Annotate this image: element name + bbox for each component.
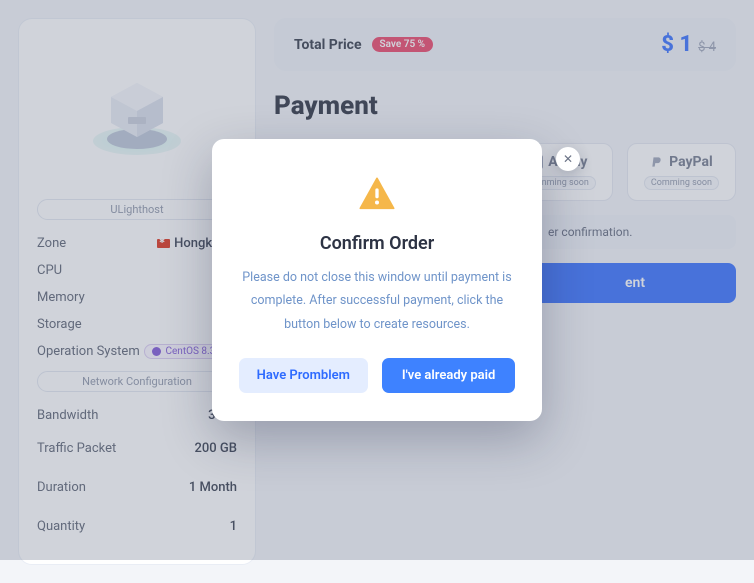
- close-button[interactable]: ✕: [556, 147, 580, 171]
- close-icon: ✕: [563, 152, 573, 166]
- modal-overlay: ✕ Confirm Order Please do not close this…: [0, 0, 754, 560]
- confirm-order-modal: Confirm Order Please do not close this w…: [212, 139, 542, 420]
- already-paid-button[interactable]: I've already paid: [382, 358, 515, 393]
- modal-actions: Have Promblem I've already paid: [238, 358, 516, 393]
- modal-title: Confirm Order: [238, 233, 516, 254]
- warning-icon: [357, 175, 397, 215]
- have-problem-button[interactable]: Have Promblem: [239, 358, 368, 393]
- modal-description: Please do not close this window until pa…: [238, 266, 516, 335]
